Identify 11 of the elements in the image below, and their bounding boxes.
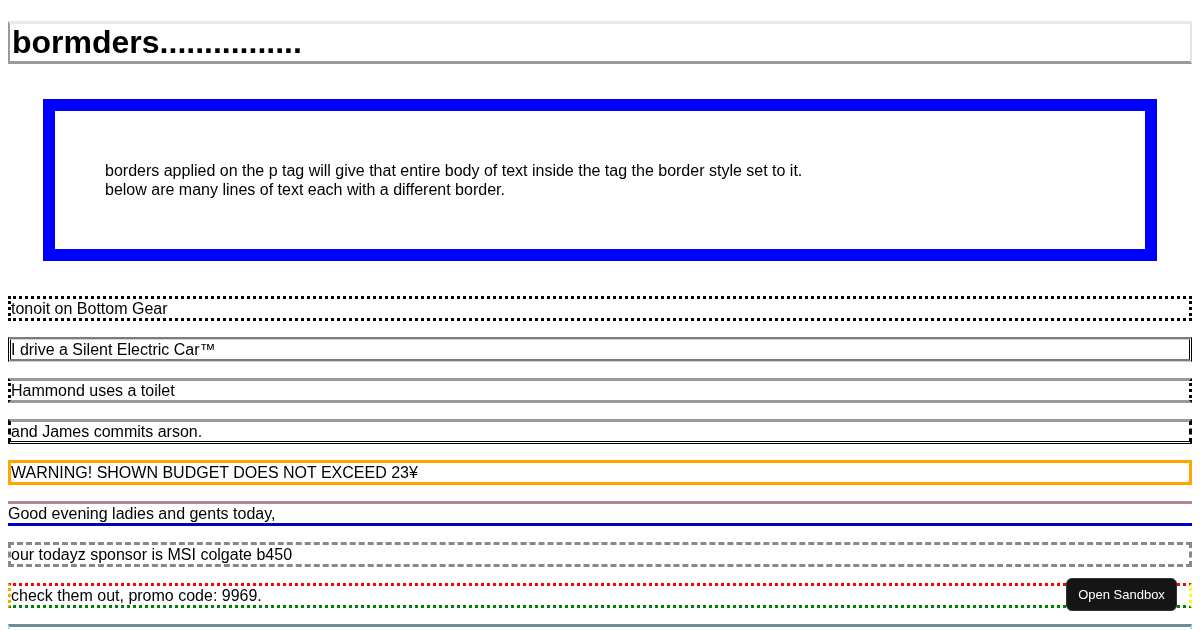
page-heading: bormders................ [8,21,1192,64]
bordered-text: Hammond uses a toilet [8,378,1192,403]
bordered-text: tonoit on Bottom Gear [8,296,1192,321]
bordered-text: Good evening ladies and gents today, [8,501,1192,526]
bordered-text: WARNING! SHOWN BUDGET DOES NOT EXCEED 23¥ [8,460,1192,485]
bordered-text: our todayz sponsor is MSI colgate b450 [8,542,1192,567]
open-sandbox-button[interactable]: Open Sandbox [1066,578,1177,611]
bordered-text: I drive a Silent Electric Car™ [8,337,1192,362]
intro-text: below are many lines of text each with a different border. [105,180,506,199]
bordered-text: and James commits arson. [8,419,1192,444]
intro-text: borders applied on the p tag will give that entire body of text inside the tag the border style set to it. [105,161,804,180]
